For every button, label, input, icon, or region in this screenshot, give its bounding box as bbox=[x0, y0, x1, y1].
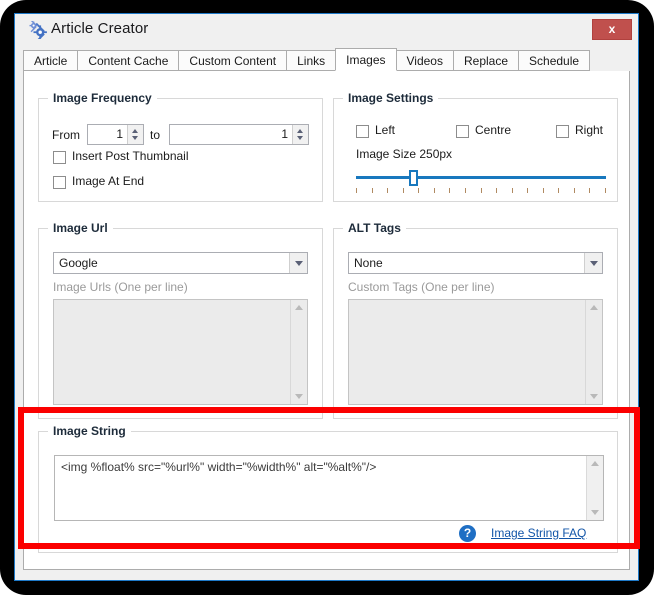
image-at-end-checkbox[interactable] bbox=[53, 176, 66, 189]
image-string-scrollbar[interactable] bbox=[586, 456, 603, 520]
frequency-to-stepper[interactable] bbox=[292, 125, 308, 144]
image-url-group: Image Url Google Image Urls (One per lin… bbox=[38, 221, 323, 419]
align-centre-label: Centre bbox=[475, 123, 512, 137]
custom-tags-textarea[interactable] bbox=[348, 299, 603, 405]
tab-article[interactable]: Article bbox=[23, 50, 79, 71]
slider-ticks bbox=[356, 188, 606, 194]
image-string-group: Image String <img %float% src="%url%" wi… bbox=[38, 424, 618, 553]
chevron-down-icon[interactable] bbox=[289, 253, 307, 273]
tab-content-cache[interactable]: Content Cache bbox=[77, 50, 180, 71]
application-window: Article Creator x Article Content Cache … bbox=[14, 13, 639, 581]
image-url-title: Image Url bbox=[48, 221, 113, 235]
alt-tag-value: None bbox=[354, 256, 383, 270]
images-tab-panel: Image Frequency From 1 to 1 Insert Post … bbox=[23, 71, 630, 570]
scroll-up-icon bbox=[295, 305, 303, 310]
image-string-faq-link[interactable]: Image String FAQ bbox=[491, 526, 586, 540]
frequency-to-input[interactable]: 1 bbox=[169, 124, 309, 145]
page-title: Article Creator bbox=[51, 20, 149, 37]
image-urls-label: Image Urls (One per line) bbox=[53, 280, 188, 294]
align-left-checkbox[interactable] bbox=[356, 125, 369, 138]
from-label: From bbox=[52, 128, 80, 142]
title-bar: Article Creator x bbox=[15, 14, 638, 47]
image-source-value: Google bbox=[59, 256, 98, 270]
image-urls-textarea[interactable] bbox=[53, 299, 308, 405]
align-centre-checkbox[interactable] bbox=[456, 125, 469, 138]
frequency-from-value: 1 bbox=[116, 127, 123, 141]
frequency-from-input[interactable]: 1 bbox=[87, 124, 144, 145]
image-at-end-label: Image At End bbox=[72, 174, 145, 188]
tab-links[interactable]: Links bbox=[286, 50, 337, 71]
image-size-slider[interactable] bbox=[356, 170, 606, 196]
image-size-label: Image Size 250px bbox=[356, 147, 453, 161]
screenshot-backdrop: Article Creator x Article Content Cache … bbox=[0, 0, 654, 595]
alt-tags-group: ALT Tags None Custom Tags (One per line) bbox=[333, 221, 618, 419]
tab-custom-content[interactable]: Custom Content bbox=[178, 50, 288, 71]
chevron-down-icon[interactable] bbox=[584, 253, 602, 273]
image-settings-title: Image Settings bbox=[343, 91, 439, 105]
tab-schedule[interactable]: Schedule bbox=[518, 50, 591, 71]
slider-track bbox=[356, 176, 606, 179]
custom-tags-label: Custom Tags (One per line) bbox=[348, 280, 495, 294]
custom-tags-scrollbar[interactable] bbox=[585, 300, 602, 404]
tab-videos[interactable]: Videos bbox=[395, 50, 454, 71]
alt-tag-select[interactable]: None bbox=[348, 252, 603, 274]
image-string-value: <img %float% src="%url%" width="%width%"… bbox=[61, 460, 377, 474]
align-left-label: Left bbox=[375, 123, 396, 137]
alt-tags-title: ALT Tags bbox=[343, 221, 406, 235]
image-settings-group: Image Settings Left Centre Right Image S… bbox=[333, 91, 618, 202]
help-icon[interactable]: ? bbox=[459, 525, 476, 542]
insert-post-thumbnail-label: Insert Post Thumbnail bbox=[72, 149, 189, 163]
tab-strip: Article Content Cache Custom Content Lin… bbox=[23, 48, 630, 72]
to-label: to bbox=[150, 128, 161, 142]
image-frequency-title: Image Frequency bbox=[48, 91, 157, 105]
image-string-textarea[interactable]: <img %float% src="%url%" width="%width%"… bbox=[54, 455, 604, 521]
slider-thumb[interactable] bbox=[409, 170, 418, 186]
frequency-from-stepper[interactable] bbox=[127, 125, 143, 144]
image-source-select[interactable]: Google bbox=[53, 252, 308, 274]
align-right-checkbox[interactable] bbox=[556, 125, 569, 138]
gear-icon bbox=[29, 21, 47, 39]
image-urls-scrollbar[interactable] bbox=[290, 300, 307, 404]
close-button[interactable]: x bbox=[592, 19, 632, 40]
scroll-down-icon bbox=[591, 510, 599, 515]
image-string-title: Image String bbox=[48, 424, 131, 438]
scroll-up-icon bbox=[591, 461, 599, 466]
tab-replace[interactable]: Replace bbox=[452, 50, 520, 71]
scroll-down-icon bbox=[590, 394, 598, 399]
tab-images[interactable]: Images bbox=[335, 48, 397, 71]
frequency-to-value: 1 bbox=[281, 127, 288, 141]
scroll-up-icon bbox=[590, 305, 598, 310]
align-right-label: Right bbox=[575, 123, 604, 137]
image-frequency-group: Image Frequency From 1 to 1 Insert Post … bbox=[38, 91, 323, 202]
insert-post-thumbnail-checkbox[interactable] bbox=[53, 151, 66, 164]
scroll-down-icon bbox=[295, 394, 303, 399]
